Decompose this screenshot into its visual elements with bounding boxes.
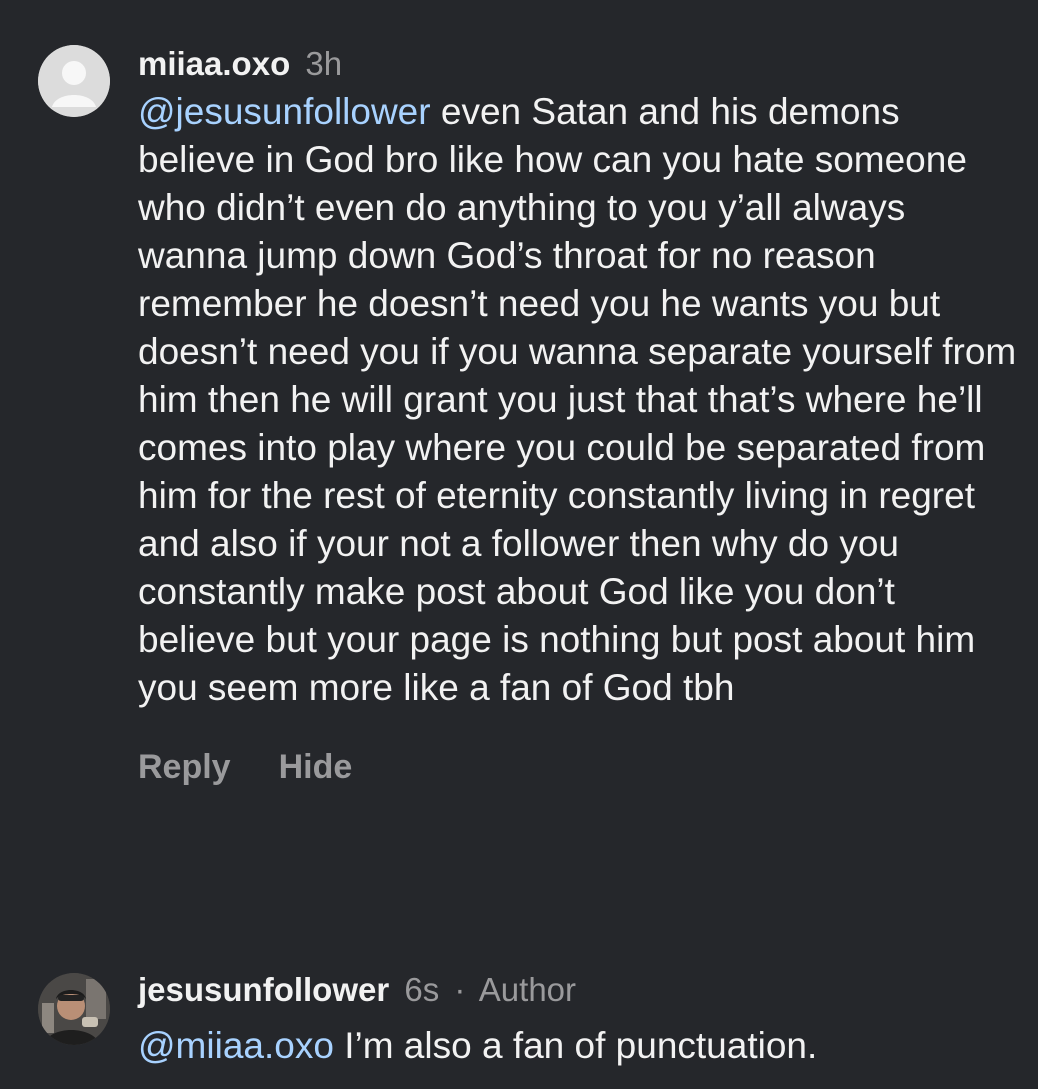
meta-separator: · xyxy=(454,971,466,1008)
author-badge: Author xyxy=(478,971,577,1008)
comment-body: I’m also a fan of punctuation. xyxy=(333,1025,818,1066)
comment-actions: Reply Hide xyxy=(138,748,1018,787)
reply-button[interactable]: Reply xyxy=(138,748,231,786)
comment-text: @miiaa.oxo I’m also a fan of punctuation… xyxy=(138,1022,1018,1070)
timestamp: 6s xyxy=(404,971,440,1008)
user-photo-avatar[interactable] xyxy=(38,973,110,1045)
mention-link[interactable]: @jesusunfollower xyxy=(138,91,431,132)
hide-button[interactable]: Hide xyxy=(279,748,353,786)
mention-link[interactable]: @miiaa.oxo xyxy=(138,1025,334,1066)
comment-meta: miiaa.oxo 3h xyxy=(138,44,1018,84)
comment-text: @jesusunfollower even Satan and his demo… xyxy=(138,88,1018,712)
timestamp: 3h xyxy=(305,45,343,82)
comment-meta: jesusunfollower 6s · Author xyxy=(138,970,1018,1010)
username[interactable]: miiaa.oxo xyxy=(138,45,290,82)
comment-body: even Satan and his demons believe in God… xyxy=(138,91,1017,708)
default-avatar-icon[interactable] xyxy=(38,45,110,117)
username[interactable]: jesusunfollower xyxy=(138,971,389,1008)
